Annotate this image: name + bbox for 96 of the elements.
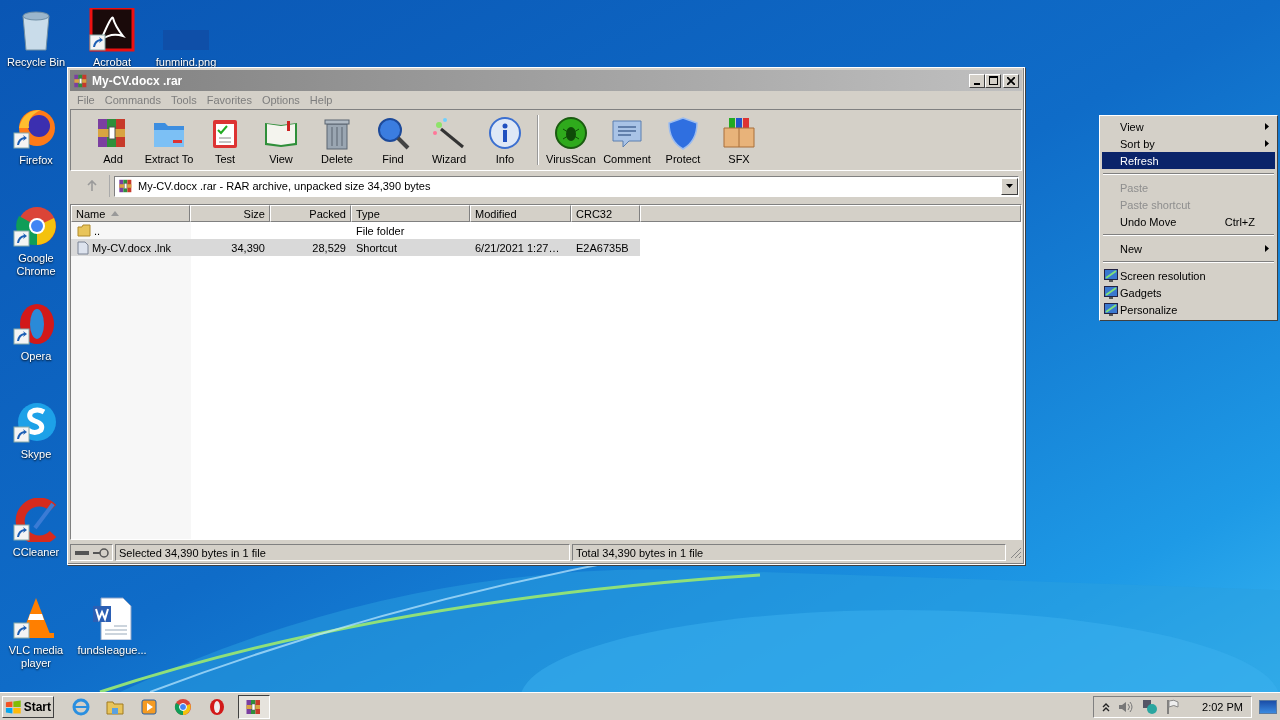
table-cell: 28,529 xyxy=(312,241,346,254)
icon-label[interactable]: Google Chrome xyxy=(1,252,71,278)
icon-label[interactable]: Firefox xyxy=(19,154,53,167)
icon-label[interactable]: funmind.png xyxy=(155,56,217,69)
column-header[interactable]: CRC32 xyxy=(571,205,640,222)
address-field[interactable]: My-CV.docx .rar - RAR archive, unpacked size 34,390 bytes xyxy=(114,175,1019,197)
status-text: Total 34,390 bytes in 1 file xyxy=(572,544,1006,561)
resize-grip-icon[interactable] xyxy=(1010,546,1022,559)
start-button[interactable]: Start xyxy=(2,695,54,718)
up-arrow-icon xyxy=(85,180,98,192)
close-icon xyxy=(1007,76,1015,85)
chrome-ball-icon xyxy=(174,697,192,716)
chevron-up-icon[interactable] xyxy=(1102,701,1111,712)
maximize-icon xyxy=(988,76,998,85)
icon-label[interactable]: Opera xyxy=(20,350,52,363)
clock[interactable]: 2:02 PM xyxy=(1202,700,1243,713)
submenu-arrow-icon xyxy=(1265,123,1269,130)
column-header[interactable]: Size xyxy=(190,205,270,222)
table-cell: My-CV.docx .lnk xyxy=(92,241,172,254)
menu-item[interactable]: Sort by xyxy=(1102,135,1275,152)
dropdown-button[interactable] xyxy=(1001,177,1018,195)
table-cell: 34,390 xyxy=(231,241,265,254)
table-cell: .. xyxy=(94,224,101,237)
submenu-arrow-icon xyxy=(1265,245,1269,252)
toolbar-button[interactable]: View xyxy=(253,111,309,169)
table-cell: 6/21/2021 1:27… xyxy=(475,241,560,254)
books-stack-icon xyxy=(245,697,263,716)
windows-logo-icon xyxy=(5,698,22,715)
table-cell: File folder xyxy=(356,224,405,237)
toolbar-button[interactable]: Comment xyxy=(599,111,655,169)
books-stack-icon xyxy=(73,72,89,89)
column-header[interactable]: Name xyxy=(71,205,190,222)
media-player-icon xyxy=(140,697,158,716)
window-title: My-CV.docx .rar xyxy=(92,73,184,88)
icon-label[interactable]: fundsleague... xyxy=(77,644,147,657)
bug-icon xyxy=(553,115,589,151)
letter-o-icon xyxy=(208,697,226,716)
monitor-icon xyxy=(1104,269,1118,282)
icon-label[interactable]: Skype xyxy=(20,448,52,461)
caret-icon xyxy=(1006,184,1013,188)
menu-item[interactable]: Screen resolution xyxy=(1102,267,1275,284)
icon-label[interactable]: CCleaner xyxy=(12,546,60,559)
icon-label[interactable]: VLC media player xyxy=(1,644,71,670)
menu-item[interactable]: Refresh xyxy=(1102,152,1275,169)
chrome-ball-icon[interactable] xyxy=(13,204,59,248)
letter-s-icon[interactable] xyxy=(13,400,59,444)
menu-item[interactable]: Undo Move Ctrl+Z xyxy=(1102,213,1275,230)
column-header[interactable]: Modified xyxy=(470,205,571,222)
ie-icon xyxy=(72,697,90,716)
menu-item[interactable]: View xyxy=(1102,118,1275,135)
menu-item[interactable]: Gadgets xyxy=(1102,284,1275,301)
flag-icon[interactable] xyxy=(1166,698,1181,715)
network-icon[interactable] xyxy=(1142,698,1159,715)
icon-label[interactable]: Acrobat xyxy=(93,56,131,69)
toolbar-button[interactable]: Wizard xyxy=(421,111,477,169)
toolbar-button[interactable]: Delete xyxy=(309,111,365,169)
table-cell: Shortcut xyxy=(356,241,397,254)
table-cell: E2A6735B xyxy=(576,241,629,254)
toolbar-button[interactable]: Extract To xyxy=(141,111,197,169)
minimize-icon xyxy=(974,82,980,85)
icon-label[interactable]: Recycle Bin xyxy=(6,56,66,69)
file-row[interactable]: .. File folder xyxy=(71,222,640,239)
toolbar-button[interactable]: Add xyxy=(85,111,141,169)
file-row[interactable]: My-CV.docx .lnk 34,390 28,529 Shortcut 6/21/2021 1:27… E2A6735B xyxy=(71,239,640,256)
toolbar-button[interactable]: SFX xyxy=(711,111,767,169)
close-button[interactable] xyxy=(1003,73,1019,88)
column-header[interactable]: Packed xyxy=(270,205,351,222)
box-icon xyxy=(721,115,757,151)
sort-arrow-icon xyxy=(111,211,120,216)
toolbar-button[interactable]: Find xyxy=(365,111,421,169)
file-icon xyxy=(77,240,89,255)
show-desktop-button[interactable] xyxy=(1259,699,1277,714)
monitor-icon xyxy=(1104,286,1118,299)
search-icon xyxy=(375,115,411,151)
toolbar-button[interactable]: Info xyxy=(477,111,533,169)
status-text: Selected 34,390 bytes in 1 file xyxy=(115,544,570,561)
column-header[interactable]: Type xyxy=(351,205,470,222)
monitor-icon xyxy=(1104,303,1118,316)
minimize-button[interactable] xyxy=(969,73,985,88)
submenu-arrow-icon xyxy=(1265,140,1269,147)
toolbar-button[interactable]: Protect xyxy=(655,111,711,169)
folder-icon xyxy=(77,224,91,237)
shield-icon xyxy=(665,115,701,151)
toolbar-button[interactable]: VirusScan xyxy=(543,111,599,169)
maximize-button[interactable] xyxy=(985,73,1001,88)
books-stack-icon xyxy=(118,178,134,194)
drive-key-icon xyxy=(74,547,109,558)
taskbar-button[interactable] xyxy=(238,694,270,719)
menu-item[interactable]: Personalize xyxy=(1102,301,1275,318)
info-icon xyxy=(487,115,523,151)
menu-item[interactable]: New xyxy=(1102,240,1275,257)
brush-c-icon[interactable] xyxy=(13,498,59,542)
pdf-app-icon[interactable] xyxy=(89,8,135,52)
toolbar-button[interactable]: Test xyxy=(197,111,253,169)
magic-wand-icon xyxy=(431,115,467,151)
speaker-icon[interactable] xyxy=(1118,699,1135,714)
